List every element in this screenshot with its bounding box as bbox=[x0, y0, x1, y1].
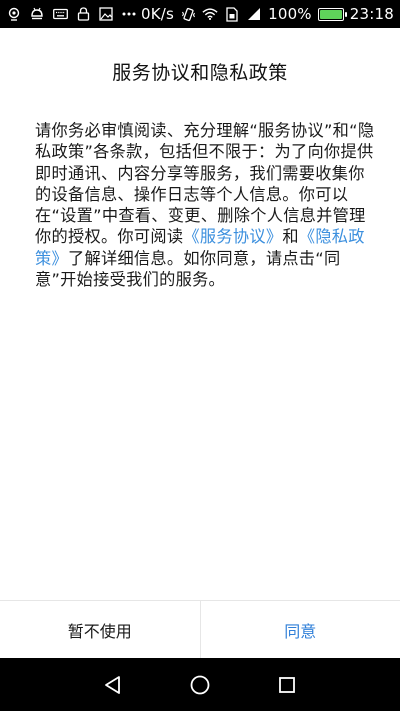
battery-level bbox=[319, 9, 342, 19]
clock: 23:18 bbox=[349, 5, 394, 23]
status-bar: 0K/s 100% 23:18 bbox=[0, 0, 400, 28]
sim-icon bbox=[224, 6, 240, 22]
vibrate-icon bbox=[180, 6, 196, 22]
battery-icon bbox=[317, 7, 347, 21]
home-circle-icon bbox=[190, 675, 210, 694]
home-button[interactable] bbox=[180, 665, 220, 705]
decline-button[interactable]: 暂不使用 bbox=[0, 601, 201, 658]
more-icon bbox=[121, 6, 137, 22]
dialog-title: 服务协议和隐私政策 bbox=[112, 62, 288, 84]
wifi-icon bbox=[202, 6, 218, 22]
agree-button[interactable]: 同意 bbox=[200, 601, 400, 658]
status-bar-notifications bbox=[6, 6, 137, 22]
agreement-text-part2: 了解详细信息。如你同意，请点击“同意”开始接受我们的服务。 bbox=[35, 248, 341, 290]
image-icon bbox=[98, 6, 114, 22]
dialog-button-bar: 暂不使用 同意 bbox=[0, 600, 400, 658]
battery-percent: 100% bbox=[268, 5, 312, 23]
agreement-text: 请你务必审慎阅读、充分理解“服务协议”和“隐私政策”各条款，包括但不限于：为了向… bbox=[35, 120, 375, 290]
service-agreement-link[interactable]: 《服务协议》 bbox=[183, 227, 282, 246]
navigation-bar bbox=[0, 658, 400, 711]
network-speed: 0K/s bbox=[141, 5, 175, 23]
lock-icon bbox=[75, 6, 91, 22]
recents-button[interactable] bbox=[267, 665, 307, 705]
back-button[interactable] bbox=[93, 665, 133, 705]
agreement-dialog: 服务协议和隐私政策 请你务必审慎阅读、充分理解“服务协议”和“隐私政策”各条款，… bbox=[0, 28, 400, 600]
recents-square-icon bbox=[278, 676, 295, 693]
signal-icon bbox=[246, 6, 262, 22]
camera-icon bbox=[6, 6, 22, 22]
keyboard-icon bbox=[52, 6, 68, 22]
android-icon bbox=[29, 6, 45, 22]
back-triangle-icon bbox=[105, 675, 121, 694]
agreement-text-and: 和 bbox=[282, 227, 299, 247]
status-bar-system: 0K/s 100% 23:18 bbox=[141, 5, 394, 23]
